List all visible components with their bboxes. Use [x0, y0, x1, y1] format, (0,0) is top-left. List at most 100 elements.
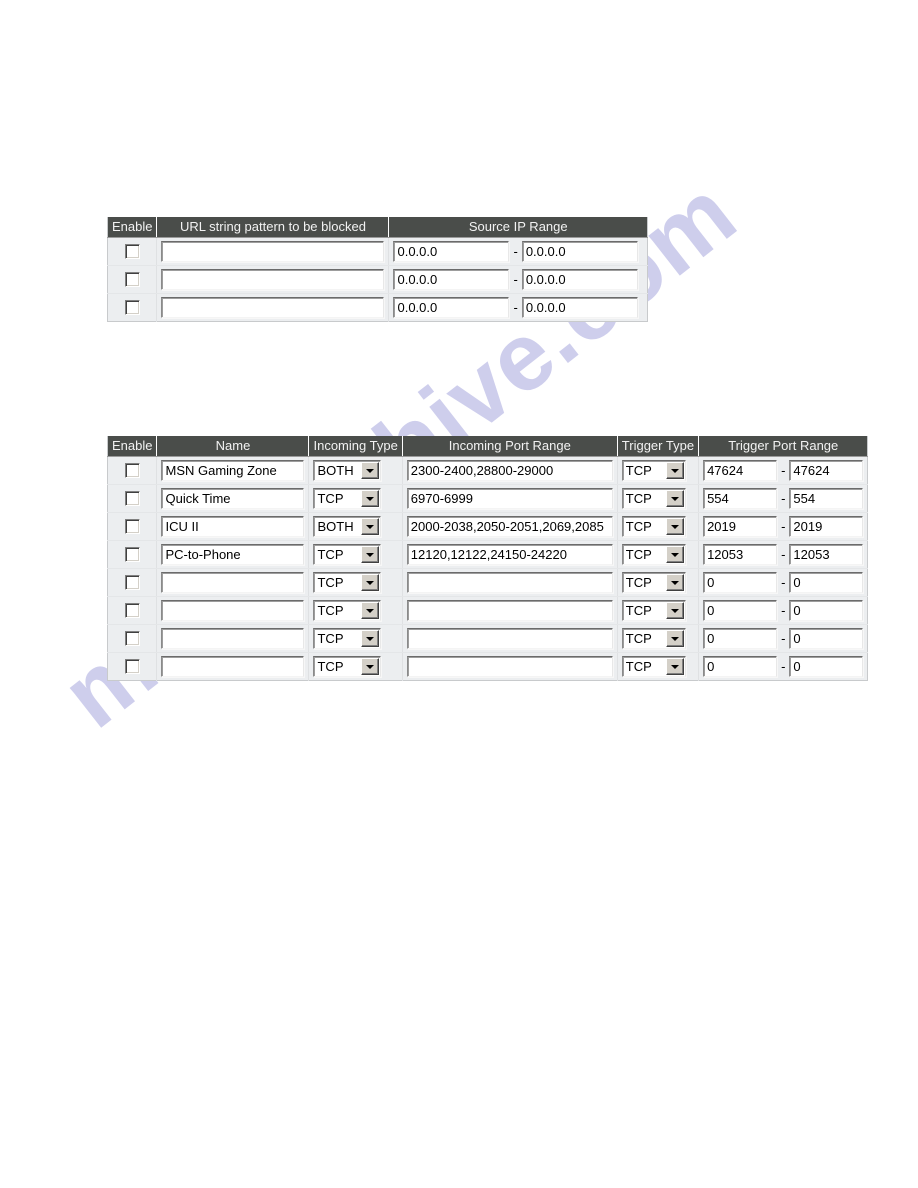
enable-checkbox[interactable] — [124, 518, 140, 534]
incoming-port-range-input[interactable] — [406, 628, 613, 649]
enable-checkbox[interactable] — [124, 658, 140, 674]
trigger-type-select[interactable]: TCP — [621, 460, 686, 481]
trigger-port-range-cell: 0-0 — [698, 652, 868, 681]
incoming-port-range-input[interactable]: 2000-2038,2050-2051,2069,2085 — [406, 516, 613, 537]
chevron-down-icon[interactable] — [361, 574, 380, 591]
trigger-port-end-input[interactable]: 0 — [789, 600, 864, 621]
trigger-port-start-input[interactable]: 12053 — [703, 544, 778, 565]
range-separator: - — [781, 631, 786, 646]
incoming-type-select[interactable]: TCP — [313, 600, 382, 621]
trigger-type-select[interactable]: TCP — [621, 488, 686, 509]
trigger-port-start-input[interactable]: 0 — [703, 628, 778, 649]
trigger-type-select[interactable]: TCP — [621, 572, 686, 593]
incoming-type-select[interactable]: TCP — [313, 656, 382, 677]
trigger-port-start-input[interactable]: 0 — [703, 656, 778, 677]
url-pattern-cell — [156, 237, 390, 266]
trigger-port-start-input[interactable]: 554 — [703, 488, 778, 509]
trigger-type-select[interactable]: TCP — [621, 544, 686, 565]
rule-name-input[interactable] — [161, 628, 305, 649]
url-pattern-input[interactable] — [161, 269, 385, 290]
source-ip-end-input[interactable]: 0.0.0.0 — [521, 241, 638, 262]
source-ip-end-input[interactable]: 0.0.0.0 — [521, 269, 638, 290]
incoming-port-range-input[interactable] — [406, 572, 613, 593]
rule-name-input[interactable] — [161, 600, 305, 621]
incoming-type-select[interactable]: BOTH — [313, 460, 382, 481]
enable-checkbox[interactable] — [124, 299, 140, 315]
chevron-down-icon[interactable] — [665, 490, 684, 507]
rule-name-input[interactable] — [161, 572, 305, 593]
incoming-type-cell: BOTH — [308, 456, 403, 485]
incoming-port-range-input[interactable] — [406, 656, 613, 677]
enable-checkbox[interactable] — [124, 630, 140, 646]
rule-name-input[interactable]: MSN Gaming Zone — [161, 460, 305, 481]
source-ip-start-input[interactable]: 0.0.0.0 — [393, 269, 510, 290]
chevron-down-icon[interactable] — [665, 518, 684, 535]
rule-name-input[interactable] — [161, 656, 305, 677]
trigger-type-select[interactable]: TCP — [621, 600, 686, 621]
enable-checkbox[interactable] — [124, 602, 140, 618]
incoming-type-select[interactable]: TCP — [313, 628, 382, 649]
url-pattern-cell — [156, 265, 390, 294]
incoming-port-range-input[interactable]: 6970-6999 — [406, 488, 613, 509]
incoming-port-range-cell: 12120,12122,24150-24220 — [402, 540, 618, 569]
chevron-down-icon[interactable] — [665, 602, 684, 619]
column-header-name: Name — [156, 436, 310, 457]
trigger-port-start-input[interactable]: 47624 — [703, 460, 778, 481]
trigger-port-end-input[interactable]: 2019 — [789, 516, 864, 537]
incoming-type-select[interactable]: TCP — [313, 544, 382, 565]
chevron-down-icon[interactable] — [361, 518, 380, 535]
incoming-port-range-input[interactable] — [406, 600, 613, 621]
trigger-port-start-input[interactable]: 0 — [703, 572, 778, 593]
enable-checkbox[interactable] — [124, 574, 140, 590]
trigger-port-end-input[interactable]: 0 — [789, 656, 864, 677]
trigger-port-end-input[interactable]: 0 — [789, 572, 864, 593]
trigger-type-select[interactable]: TCP — [621, 516, 686, 537]
trigger-type-select[interactable]: TCP — [621, 656, 686, 677]
enable-checkbox[interactable] — [124, 243, 140, 259]
source-ip-start-input[interactable]: 0.0.0.0 — [393, 241, 510, 262]
chevron-down-icon[interactable] — [665, 574, 684, 591]
source-ip-end-input[interactable]: 0.0.0.0 — [521, 297, 638, 318]
trigger-port-end-input[interactable]: 12053 — [789, 544, 864, 565]
chevron-down-icon[interactable] — [361, 630, 380, 647]
incoming-type-select[interactable]: TCP — [313, 488, 382, 509]
enable-checkbox[interactable] — [124, 271, 140, 287]
rule-name-cell: PC-to-Phone — [156, 540, 310, 569]
chevron-down-icon[interactable] — [361, 602, 380, 619]
rule-name-input[interactable]: PC-to-Phone — [161, 544, 305, 565]
chevron-down-icon[interactable] — [665, 658, 684, 675]
chevron-down-icon[interactable] — [361, 462, 380, 479]
trigger-port-end-input[interactable]: 554 — [789, 488, 864, 509]
chevron-down-icon[interactable] — [361, 546, 380, 563]
enable-checkbox[interactable] — [124, 462, 140, 478]
chevron-down-icon[interactable] — [665, 546, 684, 563]
trigger-port-range-cell-wrap: 0-0 — [703, 656, 864, 677]
column-header-enable: Enable — [107, 436, 158, 457]
incoming-type-select[interactable]: TCP — [313, 572, 382, 593]
chevron-down-icon[interactable] — [361, 658, 380, 675]
chevron-down-icon[interactable] — [665, 630, 684, 647]
enable-checkbox[interactable] — [124, 490, 140, 506]
trigger-port-end-input[interactable]: 0 — [789, 628, 864, 649]
trigger-port-start-input[interactable]: 0 — [703, 600, 778, 621]
rule-name-input[interactable]: ICU II — [161, 516, 305, 537]
source-ip-start-input[interactable]: 0.0.0.0 — [393, 297, 510, 318]
incoming-type-select[interactable]: BOTH — [313, 516, 382, 537]
trigger-type-select-value: TCP — [625, 631, 652, 646]
incoming-port-range-input[interactable]: 2300-2400,28800-29000 — [406, 460, 613, 481]
rule-name-input[interactable]: Quick Time — [161, 488, 305, 509]
url-pattern-input[interactable] — [161, 241, 385, 262]
rule-name-cell — [156, 652, 310, 681]
incoming-port-range-input[interactable]: 12120,12122,24150-24220 — [406, 544, 613, 565]
enable-checkbox[interactable] — [124, 546, 140, 562]
trigger-port-start-input[interactable]: 2019 — [703, 516, 778, 537]
column-header-url-pattern: URL string pattern to be blocked — [156, 217, 390, 238]
rule-name-cell — [156, 596, 310, 625]
trigger-type-select[interactable]: TCP — [621, 628, 686, 649]
trigger-port-end-input[interactable]: 47624 — [789, 460, 864, 481]
incoming-type-cell: TCP — [308, 652, 403, 681]
chevron-down-glyph — [366, 496, 375, 501]
url-pattern-input[interactable] — [161, 297, 385, 318]
chevron-down-icon[interactable] — [361, 490, 380, 507]
chevron-down-icon[interactable] — [665, 462, 684, 479]
